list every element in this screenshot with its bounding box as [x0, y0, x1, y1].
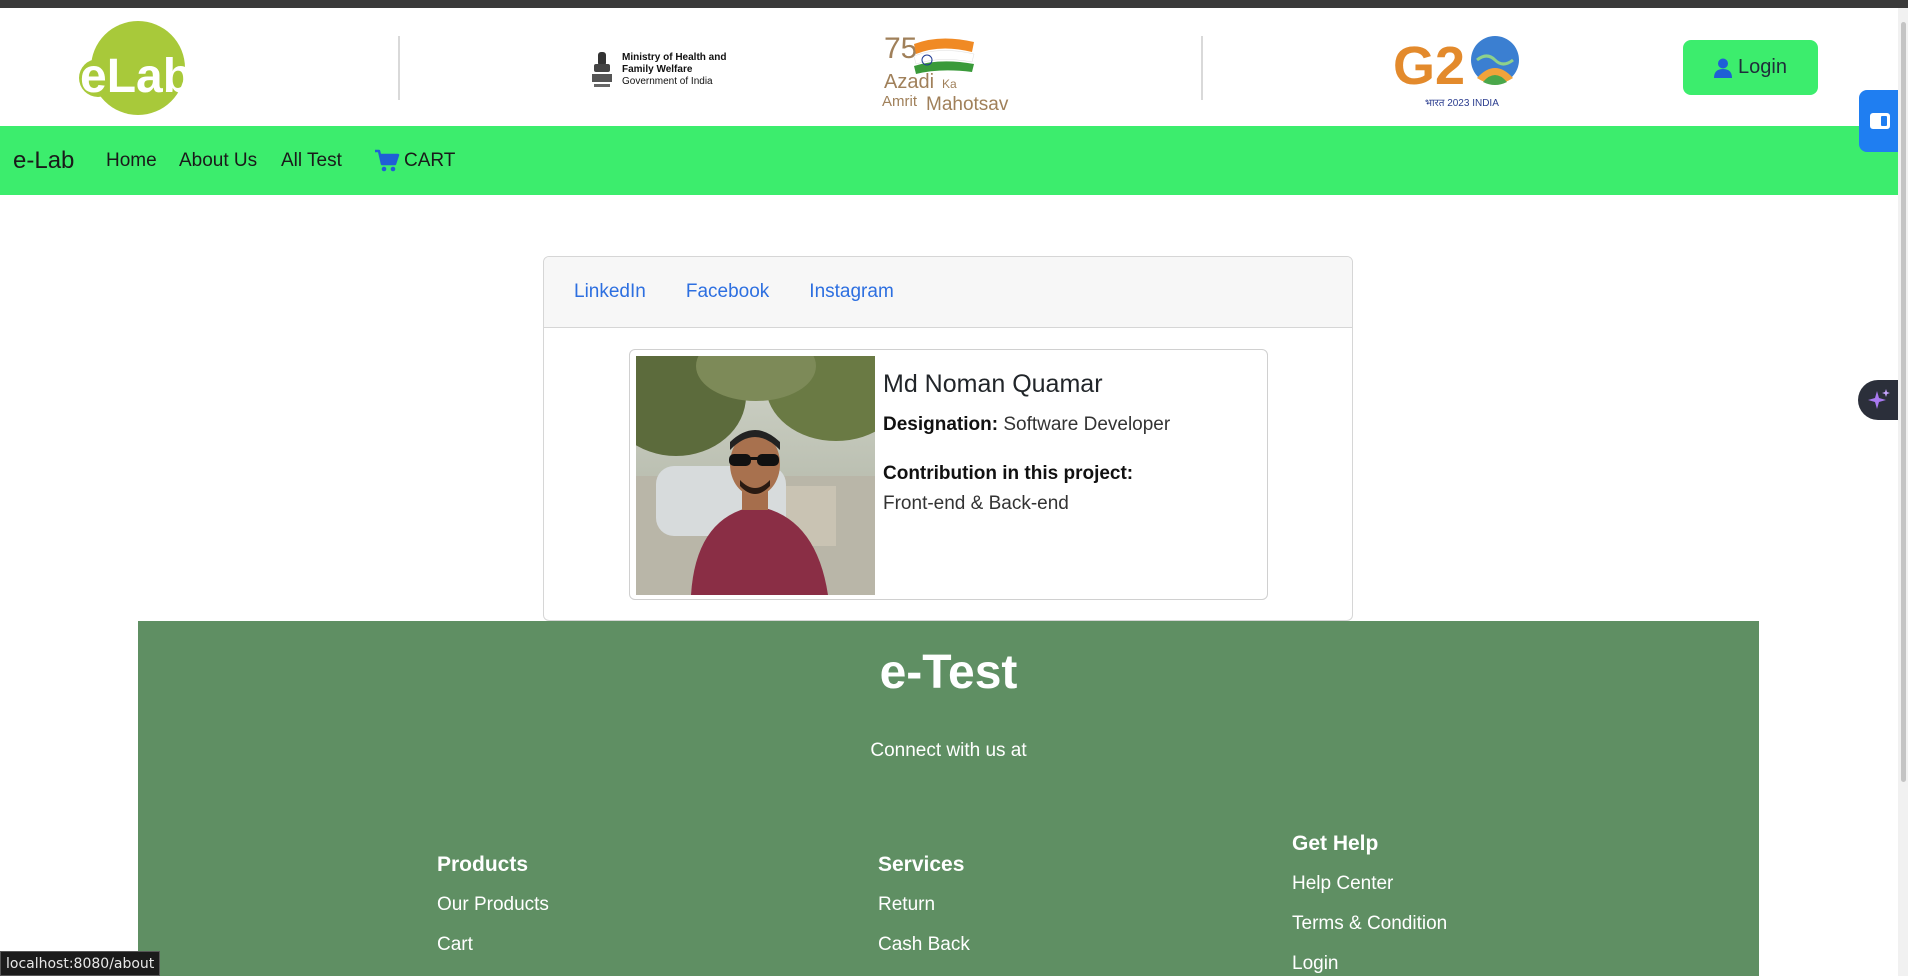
instagram-link[interactable]: Instagram	[809, 281, 893, 303]
elab-logo[interactable]: eLab	[78, 20, 208, 116]
login-label: Login	[1738, 56, 1787, 78]
ai-assistant-button[interactable]	[1858, 380, 1900, 420]
member-photo	[636, 356, 875, 595]
facebook-link[interactable]: Facebook	[686, 281, 769, 303]
site-footer: e-Test Connect with us at Products Our P…	[138, 621, 1759, 976]
logo-text: eLab	[80, 50, 192, 103]
footer-title: e-Test	[879, 646, 1018, 699]
ministry-line3: Government of India	[622, 76, 713, 87]
contribution-value: Front-end & Back-end	[883, 493, 1069, 514]
card-header-links: LinkedIn Facebook Instagram	[544, 257, 1352, 328]
footer-heading-services: Services	[878, 853, 965, 876]
footer-column-services: Services Return Cash Back	[878, 853, 970, 974]
browser-top-strip	[0, 0, 1908, 8]
footer-link-help-center[interactable]: Help Center	[1292, 873, 1447, 895]
azadi-ka-amrit-mahotsav-logo: 75 Azadi Ka Amrit Mahotsav	[880, 30, 1020, 116]
page-scrollbar-thumb[interactable]	[1901, 22, 1906, 782]
footer-column-get-help: Get Help Help Center Terms & Condition L…	[1292, 832, 1447, 976]
header-divider	[1201, 36, 1203, 100]
panel-icon	[1870, 113, 1890, 129]
nav-link-home[interactable]: Home	[106, 150, 157, 172]
member-designation: Designation: Software Developer	[883, 414, 1170, 436]
footer-link-cart[interactable]: Cart	[437, 934, 549, 956]
nav-link-all-test[interactable]: All Test	[281, 150, 342, 172]
ministry-logo: Ministry of Health and Family Welfare Go…	[588, 46, 726, 94]
footer-column-products: Products Our Products Cart	[437, 853, 549, 974]
ashoka-emblem-icon	[592, 52, 612, 87]
svg-text:G2: G2	[1393, 36, 1465, 96]
member-card: Md Noman Quamar Designation: Software De…	[629, 349, 1268, 600]
cart-icon	[375, 149, 400, 171]
sparkle-icon	[1868, 389, 1890, 409]
svg-text:Azadi: Azadi	[884, 71, 934, 93]
nav-link-cart[interactable]: CART	[374, 149, 455, 173]
svg-text:Amrit: Amrit	[882, 93, 918, 110]
footer-link-cash-back[interactable]: Cash Back	[878, 934, 970, 956]
sidebar-widget-button[interactable]	[1859, 90, 1901, 152]
designation-value: Software Developer	[1003, 414, 1171, 435]
svg-text:भारत 2023 INDIA: भारत 2023 INDIA	[1425, 98, 1499, 109]
user-icon	[1714, 58, 1733, 78]
header-divider	[398, 36, 400, 100]
svg-text:Mahotsav: Mahotsav	[926, 94, 1009, 115]
nav-link-about-us[interactable]: About Us	[179, 150, 257, 172]
site-header: eLab Ministry of Health and Family Welfa…	[0, 8, 1898, 126]
navbar-brand[interactable]: e-Lab	[13, 147, 74, 175]
svg-text:Ka: Ka	[942, 77, 957, 91]
login-button[interactable]: Login	[1683, 40, 1818, 95]
footer-heading-get-help: Get Help	[1292, 832, 1379, 855]
status-bar-url: localhost:8080/about	[0, 951, 161, 976]
ministry-line1: Ministry of Health and	[622, 52, 727, 63]
footer-link-return[interactable]: Return	[878, 894, 970, 916]
team-card: LinkedIn Facebook Instagram Md Noman Qua…	[543, 256, 1353, 621]
cart-label: CART	[404, 149, 456, 171]
footer-link-our-products[interactable]: Our Products	[437, 894, 549, 916]
designation-label: Designation:	[883, 414, 999, 435]
svg-text:75: 75	[884, 32, 917, 65]
main-navbar: e-Lab Home About Us All Test CART	[0, 126, 1898, 195]
footer-link-terms[interactable]: Terms & Condition	[1292, 913, 1447, 935]
ministry-line2: Family Welfare	[622, 64, 693, 75]
g20-logo: G2 भारत 2023 INDIA	[1393, 32, 1521, 112]
footer-subtitle: Connect with us at	[870, 740, 1027, 761]
member-name: Md Noman Quamar	[883, 370, 1103, 398]
linkedin-link[interactable]: LinkedIn	[574, 281, 646, 303]
footer-link-login[interactable]: Login	[1292, 953, 1447, 975]
contribution-label: Contribution in this project:	[883, 463, 1134, 484]
footer-heading-products: Products	[437, 853, 529, 876]
